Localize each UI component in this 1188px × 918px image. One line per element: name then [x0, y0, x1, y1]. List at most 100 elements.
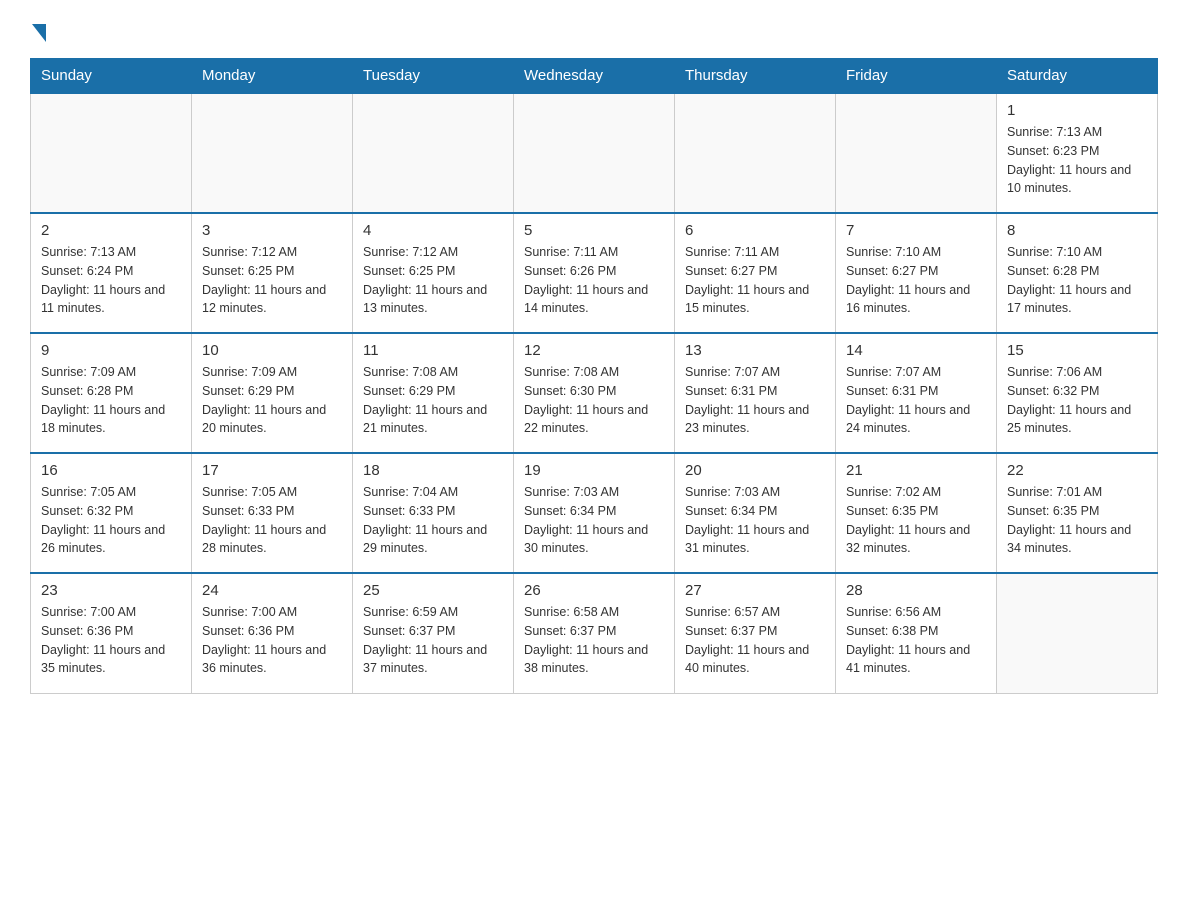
- calendar-cell: 6 Sunrise: 7:11 AMSunset: 6:27 PMDaylight…: [675, 213, 836, 333]
- calendar-cell: 13 Sunrise: 7:07 AMSunset: 6:31 PMDayligh…: [675, 333, 836, 453]
- day-number: 2: [41, 222, 181, 239]
- day-number: 6: [685, 222, 825, 239]
- calendar-cell: 7 Sunrise: 7:10 AMSunset: 6:27 PMDaylight…: [836, 213, 997, 333]
- calendar-week-row: 2 Sunrise: 7:13 AMSunset: 6:24 PMDaylight…: [31, 213, 1158, 333]
- calendar-cell: 14Sunrise: 7:07 AMSunset: 6:31 PMDayligh…: [836, 333, 997, 453]
- day-number: 11: [363, 342, 503, 359]
- day-number: 21: [846, 462, 986, 479]
- day-info: Sunrise: 7:12 AMSunset: 6:25 PMDaylight:…: [363, 243, 503, 318]
- calendar-cell: 24 Sunrise: 7:00 AMSunset: 6:36 PMDayligh…: [192, 573, 353, 693]
- calendar-cell: 25 Sunrise: 6:59 AMSunset: 6:37 PMDayligh…: [353, 573, 514, 693]
- calendar-cell: 22Sunrise: 7:01 AMSunset: 6:35 PMDayligh…: [997, 453, 1158, 573]
- calendar-cell: [514, 93, 675, 213]
- calendar-cell: 12 Sunrise: 7:08 AMSunset: 6:30 PMDayligh…: [514, 333, 675, 453]
- day-info: Sunrise: 7:04 AMSunset: 6:33 PMDaylight:…: [363, 483, 503, 558]
- calendar-table: SundayMondayTuesdayWednesdayThursdayFrid…: [30, 58, 1158, 694]
- day-info: Sunrise: 7:02 AMSunset: 6:35 PMDaylight:…: [846, 483, 986, 558]
- day-info: Sunrise: 6:57 AMSunset: 6:37 PMDaylight:…: [685, 603, 825, 678]
- day-number: 16: [41, 462, 181, 479]
- calendar-week-row: 1 Sunrise: 7:13 AMSunset: 6:23 PMDaylight…: [31, 93, 1158, 213]
- calendar-week-row: 9Sunrise: 7:09 AMSunset: 6:28 PMDaylight…: [31, 333, 1158, 453]
- calendar-cell: [675, 93, 836, 213]
- calendar-day-header: Wednesday: [514, 59, 675, 94]
- day-number: 7: [846, 222, 986, 239]
- calendar-cell: 27 Sunrise: 6:57 AMSunset: 6:37 PMDayligh…: [675, 573, 836, 693]
- day-info: Sunrise: 7:06 AMSunset: 6:32 PMDaylight:…: [1007, 363, 1147, 438]
- calendar-cell: 28 Sunrise: 6:56 AMSunset: 6:38 PMDayligh…: [836, 573, 997, 693]
- day-info: Sunrise: 7:00 AMSunset: 6:36 PMDaylight:…: [41, 603, 181, 678]
- calendar-day-header: Thursday: [675, 59, 836, 94]
- calendar-cell: [353, 93, 514, 213]
- calendar-cell: [997, 573, 1158, 693]
- day-number: 5: [524, 222, 664, 239]
- calendar-cell: 20 Sunrise: 7:03 AMSunset: 6:34 PMDayligh…: [675, 453, 836, 573]
- day-info: Sunrise: 7:03 AMSunset: 6:34 PMDaylight:…: [685, 483, 825, 558]
- calendar-cell: 23 Sunrise: 7:00 AMSunset: 6:36 PMDayligh…: [31, 573, 192, 693]
- calendar-cell: 19Sunrise: 7:03 AMSunset: 6:34 PMDayligh…: [514, 453, 675, 573]
- day-number: 10: [202, 342, 342, 359]
- day-info: Sunrise: 7:08 AMSunset: 6:29 PMDaylight:…: [363, 363, 503, 438]
- calendar-day-header: Tuesday: [353, 59, 514, 94]
- day-info: Sunrise: 7:13 AMSunset: 6:23 PMDaylight:…: [1007, 123, 1147, 198]
- day-number: 23: [41, 582, 181, 599]
- day-info: Sunrise: 7:09 AMSunset: 6:29 PMDaylight:…: [202, 363, 342, 438]
- day-number: 27: [685, 582, 825, 599]
- page-header: [30, 20, 1158, 42]
- logo-triangle-icon: [32, 24, 46, 42]
- calendar-day-header: Monday: [192, 59, 353, 94]
- day-info: Sunrise: 7:11 AMSunset: 6:26 PMDaylight:…: [524, 243, 664, 318]
- day-number: 1: [1007, 102, 1147, 119]
- day-info: Sunrise: 6:59 AMSunset: 6:37 PMDaylight:…: [363, 603, 503, 678]
- day-info: Sunrise: 7:05 AMSunset: 6:32 PMDaylight:…: [41, 483, 181, 558]
- calendar-cell: 3 Sunrise: 7:12 AMSunset: 6:25 PMDaylight…: [192, 213, 353, 333]
- calendar-day-header: Saturday: [997, 59, 1158, 94]
- day-info: Sunrise: 6:58 AMSunset: 6:37 PMDaylight:…: [524, 603, 664, 678]
- day-number: 25: [363, 582, 503, 599]
- calendar-cell: [31, 93, 192, 213]
- calendar-cell: 4Sunrise: 7:12 AMSunset: 6:25 PMDaylight…: [353, 213, 514, 333]
- calendar-cell: 18 Sunrise: 7:04 AMSunset: 6:33 PMDayligh…: [353, 453, 514, 573]
- day-number: 20: [685, 462, 825, 479]
- calendar-cell: 9Sunrise: 7:09 AMSunset: 6:28 PMDaylight…: [31, 333, 192, 453]
- calendar-week-row: 23 Sunrise: 7:00 AMSunset: 6:36 PMDayligh…: [31, 573, 1158, 693]
- day-number: 13: [685, 342, 825, 359]
- calendar-cell: 5 Sunrise: 7:11 AMSunset: 6:26 PMDaylight…: [514, 213, 675, 333]
- day-info: Sunrise: 7:05 AMSunset: 6:33 PMDaylight:…: [202, 483, 342, 558]
- calendar-cell: 11 Sunrise: 7:08 AMSunset: 6:29 PMDayligh…: [353, 333, 514, 453]
- day-info: Sunrise: 7:10 AMSunset: 6:27 PMDaylight:…: [846, 243, 986, 318]
- calendar-cell: [192, 93, 353, 213]
- calendar-cell: [836, 93, 997, 213]
- day-info: Sunrise: 7:07 AMSunset: 6:31 PMDaylight:…: [846, 363, 986, 438]
- day-info: Sunrise: 7:11 AMSunset: 6:27 PMDaylight:…: [685, 243, 825, 318]
- day-number: 28: [846, 582, 986, 599]
- calendar-cell: 1 Sunrise: 7:13 AMSunset: 6:23 PMDaylight…: [997, 93, 1158, 213]
- calendar-cell: 16 Sunrise: 7:05 AMSunset: 6:32 PMDayligh…: [31, 453, 192, 573]
- day-info: Sunrise: 7:13 AMSunset: 6:24 PMDaylight:…: [41, 243, 181, 318]
- calendar-cell: 10 Sunrise: 7:09 AMSunset: 6:29 PMDayligh…: [192, 333, 353, 453]
- day-number: 8: [1007, 222, 1147, 239]
- day-info: Sunrise: 7:07 AMSunset: 6:31 PMDaylight:…: [685, 363, 825, 438]
- logo: [30, 20, 46, 42]
- day-number: 24: [202, 582, 342, 599]
- day-number: 3: [202, 222, 342, 239]
- day-info: Sunrise: 7:00 AMSunset: 6:36 PMDaylight:…: [202, 603, 342, 678]
- calendar-header-row: SundayMondayTuesdayWednesdayThursdayFrid…: [31, 59, 1158, 94]
- day-number: 19: [524, 462, 664, 479]
- day-info: Sunrise: 7:01 AMSunset: 6:35 PMDaylight:…: [1007, 483, 1147, 558]
- day-number: 12: [524, 342, 664, 359]
- day-info: Sunrise: 7:08 AMSunset: 6:30 PMDaylight:…: [524, 363, 664, 438]
- calendar-week-row: 16 Sunrise: 7:05 AMSunset: 6:32 PMDayligh…: [31, 453, 1158, 573]
- calendar-day-header: Sunday: [31, 59, 192, 94]
- calendar-cell: 15 Sunrise: 7:06 AMSunset: 6:32 PMDayligh…: [997, 333, 1158, 453]
- day-number: 9: [41, 342, 181, 359]
- calendar-cell: 8Sunrise: 7:10 AMSunset: 6:28 PMDaylight…: [997, 213, 1158, 333]
- day-info: Sunrise: 6:56 AMSunset: 6:38 PMDaylight:…: [846, 603, 986, 678]
- day-info: Sunrise: 7:12 AMSunset: 6:25 PMDaylight:…: [202, 243, 342, 318]
- calendar-cell: 26 Sunrise: 6:58 AMSunset: 6:37 PMDayligh…: [514, 573, 675, 693]
- calendar-cell: 21 Sunrise: 7:02 AMSunset: 6:35 PMDayligh…: [836, 453, 997, 573]
- day-number: 17: [202, 462, 342, 479]
- day-number: 15: [1007, 342, 1147, 359]
- day-number: 26: [524, 582, 664, 599]
- calendar-cell: 2 Sunrise: 7:13 AMSunset: 6:24 PMDaylight…: [31, 213, 192, 333]
- day-number: 18: [363, 462, 503, 479]
